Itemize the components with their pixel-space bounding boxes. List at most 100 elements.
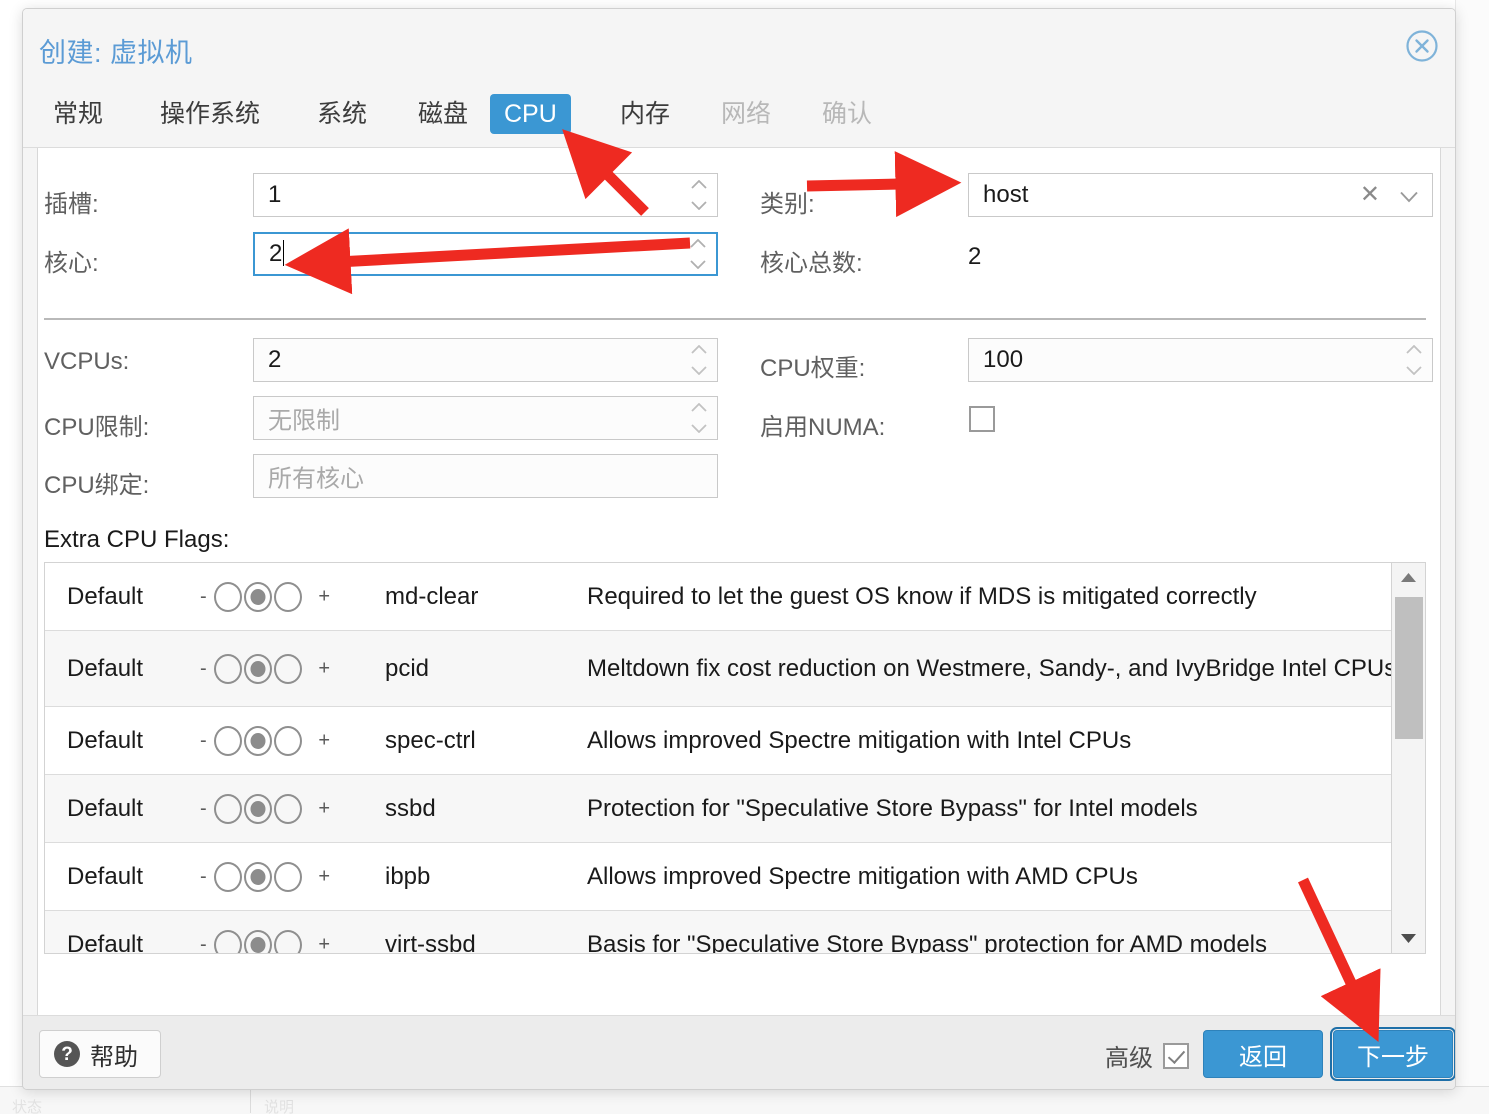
cpu-units-input[interactable]: 100 [968, 338, 1433, 382]
vcpus-input[interactable]: 2 [253, 338, 718, 382]
flag-option-default[interactable] [244, 582, 272, 612]
extra-cpu-flags-table: Default - + md-clear Required to let the… [44, 562, 1426, 954]
flag-option-off[interactable] [214, 794, 242, 824]
flag-name: md-clear [385, 583, 478, 611]
flag-tristate-control[interactable]: - + [200, 652, 330, 686]
tab-network: 网络 [707, 94, 785, 134]
sockets-stepper[interactable] [689, 180, 709, 210]
background-ghost-label-1: 状态 [12, 1096, 42, 1117]
flag-option-off[interactable] [214, 862, 242, 892]
flag-description: Meltdown fix cost reduction on Westmere,… [587, 652, 1405, 686]
table-row[interactable]: Default - + pcid Meltdown fix cost reduc… [45, 631, 1425, 707]
flag-name: pcid [385, 655, 429, 683]
flag-state-label: Default [67, 655, 143, 683]
back-button[interactable]: 返回 [1203, 1030, 1323, 1078]
clear-x-icon[interactable]: ✕ [1360, 183, 1380, 207]
advanced-checkbox[interactable] [1163, 1043, 1189, 1069]
enable-numa-checkbox[interactable] [969, 406, 995, 432]
close-icon[interactable] [1405, 29, 1439, 63]
tab-os[interactable]: 操作系统 [146, 94, 274, 134]
tab-confirm: 确认 [808, 94, 886, 134]
sockets-value: 1 [268, 181, 281, 209]
cpu-limit-label: CPU限制: [44, 407, 149, 442]
cores-stepper[interactable] [688, 239, 708, 269]
create-vm-dialog: 创建: 虚拟机 常规 操作系统 系统 磁盘 CPU 内存 网络 确认 插槽: 1 [22, 8, 1456, 1090]
flag-minus-sign: - [200, 865, 207, 888]
flag-description: Basis for "Speculative Store Bypass" pro… [587, 928, 1405, 955]
flag-option-on[interactable] [274, 930, 302, 955]
flag-plus-sign: + [318, 865, 330, 888]
flag-state-label: Default [67, 727, 143, 755]
tab-disks[interactable]: 磁盘 [404, 94, 482, 134]
flag-plus-sign: + [318, 729, 330, 752]
flag-option-off[interactable] [214, 726, 242, 756]
background-right-panel [1455, 0, 1489, 1113]
flag-state-label: Default [67, 795, 143, 823]
flag-tristate-control[interactable]: - + [200, 928, 330, 955]
cpu-type-value: host [983, 181, 1028, 209]
flag-minus-sign: - [200, 797, 207, 820]
cpu-limit-stepper[interactable] [689, 403, 709, 433]
table-row[interactable]: Default - + spec-ctrl Allows improved Sp… [45, 707, 1425, 775]
vcpus-stepper[interactable] [689, 345, 709, 375]
flag-option-default[interactable] [244, 862, 272, 892]
flag-option-on[interactable] [274, 726, 302, 756]
total-cores-value: 2 [968, 243, 981, 271]
flags-scrollbar[interactable] [1391, 563, 1425, 953]
cores-input[interactable]: 2 [253, 232, 718, 276]
flag-option-default[interactable] [244, 930, 272, 955]
next-button[interactable]: 下一步 [1333, 1030, 1453, 1078]
tab-general[interactable]: 常规 [39, 94, 117, 134]
scrollbar-thumb[interactable] [1395, 597, 1423, 739]
flag-option-on[interactable] [274, 862, 302, 892]
flag-option-on[interactable] [274, 654, 302, 684]
flag-option-off[interactable] [214, 582, 242, 612]
question-mark-icon: ? [54, 1041, 80, 1067]
flag-description: Required to let the guest OS know if MDS… [587, 580, 1405, 614]
background-ghost-label-2: 说明 [264, 1096, 294, 1117]
flag-name: ssbd [385, 795, 436, 823]
vcpus-value: 2 [268, 346, 281, 374]
table-row[interactable]: Default - + md-clear Required to let the… [45, 563, 1425, 631]
tab-cpu[interactable]: CPU [490, 94, 571, 134]
flag-tristate-control[interactable]: - + [200, 792, 330, 826]
flag-option-off[interactable] [214, 930, 242, 955]
tab-system[interactable]: 系统 [303, 94, 381, 134]
help-button[interactable]: ? 帮助 [39, 1030, 161, 1078]
flag-minus-sign: - [200, 585, 207, 608]
scroll-up-arrow-icon[interactable] [1392, 563, 1425, 593]
flag-tristate-control[interactable]: - + [200, 724, 330, 758]
flag-option-off[interactable] [214, 654, 242, 684]
flag-tristate-control[interactable]: - + [200, 860, 330, 894]
section-divider [44, 318, 1426, 320]
cpu-type-select[interactable]: host ✕ [968, 173, 1433, 217]
chevron-down-icon[interactable] [1400, 190, 1418, 201]
flag-description: Allows improved Spectre mitigation with … [587, 724, 1405, 758]
flag-name: spec-ctrl [385, 727, 476, 755]
advanced-toggle[interactable]: 高级 [1105, 1038, 1189, 1073]
cpu-affinity-input[interactable]: 所有核心 [253, 454, 718, 498]
flag-minus-sign: - [200, 933, 207, 954]
cpu-units-stepper[interactable] [1404, 345, 1424, 375]
flag-plus-sign: + [318, 585, 330, 608]
dialog-body: 插槽: 1 类别: host ✕ 核心: 2 核心总数: 2 [37, 148, 1441, 1030]
flag-tristate-control[interactable]: - + [200, 580, 330, 614]
tab-memory[interactable]: 内存 [606, 94, 684, 134]
flag-option-default[interactable] [244, 726, 272, 756]
cpu-affinity-placeholder: 所有核心 [268, 459, 364, 494]
table-row[interactable]: Default - + ssbd Protection for "Specula… [45, 775, 1425, 843]
table-row[interactable]: Default - + virt-ssbd Basis for "Specula… [45, 911, 1425, 954]
flag-option-default[interactable] [244, 654, 272, 684]
flag-description: Allows improved Spectre mitigation with … [587, 860, 1405, 894]
flag-option-on[interactable] [274, 794, 302, 824]
flag-option-default[interactable] [244, 794, 272, 824]
flag-name: virt-ssbd [385, 931, 476, 955]
flag-option-on[interactable] [274, 582, 302, 612]
sockets-input[interactable]: 1 [253, 173, 718, 217]
help-button-label: 帮助 [90, 1037, 138, 1072]
scroll-down-arrow-icon[interactable] [1392, 923, 1425, 953]
cpu-limit-input[interactable]: 无限制 [253, 396, 718, 440]
table-row[interactable]: Default - + ibpb Allows improved Spectre… [45, 843, 1425, 911]
cpu-units-value: 100 [983, 346, 1023, 374]
dialog-footer: ? 帮助 高级 返回 下一步 [23, 1015, 1455, 1089]
